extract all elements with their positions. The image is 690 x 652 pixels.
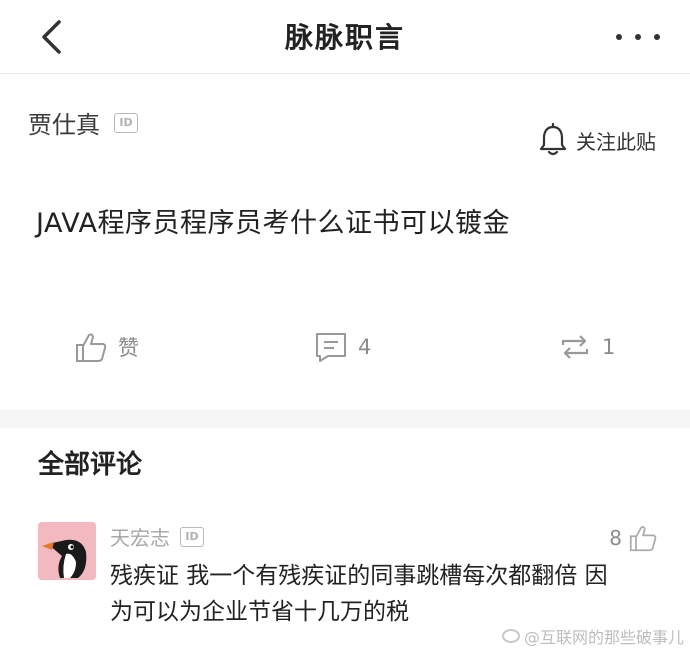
- watermark-text: @互联网的那些破事儿: [523, 628, 684, 647]
- follow-label: 关注此贴: [576, 129, 656, 154]
- comment-count: 4: [358, 335, 372, 359]
- page-title: 脉脉职言: [284, 21, 405, 54]
- id-badge-icon: ID: [180, 526, 204, 547]
- follow-post-button[interactable]: 关注此贴: [538, 123, 656, 157]
- more-dot: [654, 34, 660, 40]
- avatar[interactable]: [38, 522, 96, 580]
- comment-author-name[interactable]: 天宏志: [110, 522, 170, 551]
- watermark: @互联网的那些破事儿: [501, 624, 684, 648]
- section-divider: [0, 410, 690, 428]
- post-author-row: 贾仕真 ID: [28, 105, 138, 140]
- penguin-avatar-icon: [38, 522, 96, 580]
- more-button[interactable]: [616, 22, 660, 52]
- post-card: 贾仕真 ID 关注此贴 JAVA程序员程序员考什么证书可以镀金 赞 4 1: [0, 75, 690, 410]
- top-bar: 脉脉职言: [0, 0, 690, 74]
- repost-icon: [561, 335, 589, 359]
- post-author-name[interactable]: 贾仕真: [28, 105, 100, 140]
- repost-count: 1: [602, 335, 616, 359]
- thumbs-up-icon: [629, 526, 657, 552]
- comments-header: 全部评论: [38, 450, 143, 480]
- like-label: 赞: [118, 336, 139, 360]
- repost-button[interactable]: 1: [558, 331, 615, 363]
- more-dot: [616, 34, 622, 40]
- id-badge-icon: ID: [114, 112, 138, 133]
- comment-icon: [316, 333, 346, 362]
- post-title: JAVA程序员程序员考什么证书可以镀金: [36, 208, 510, 239]
- thumbs-up-icon: [76, 333, 107, 362]
- comment-like-count: 8: [609, 526, 622, 550]
- weibo-icon: [501, 629, 520, 643]
- post-action-bar: 赞 4 1: [0, 327, 690, 371]
- more-dot: [635, 34, 641, 40]
- comment-author-row: 天宏志 ID: [110, 522, 204, 551]
- like-button[interactable]: 赞: [74, 331, 139, 363]
- bell-icon: [539, 123, 567, 156]
- comment-like-button[interactable]: 8: [609, 524, 658, 552]
- comment-button[interactable]: 4: [314, 331, 371, 363]
- comment-text: 残疾证 我一个有残疾证的同事跳槽每次都翻倍 因为可以为企业节省十几万的税: [110, 563, 608, 625]
